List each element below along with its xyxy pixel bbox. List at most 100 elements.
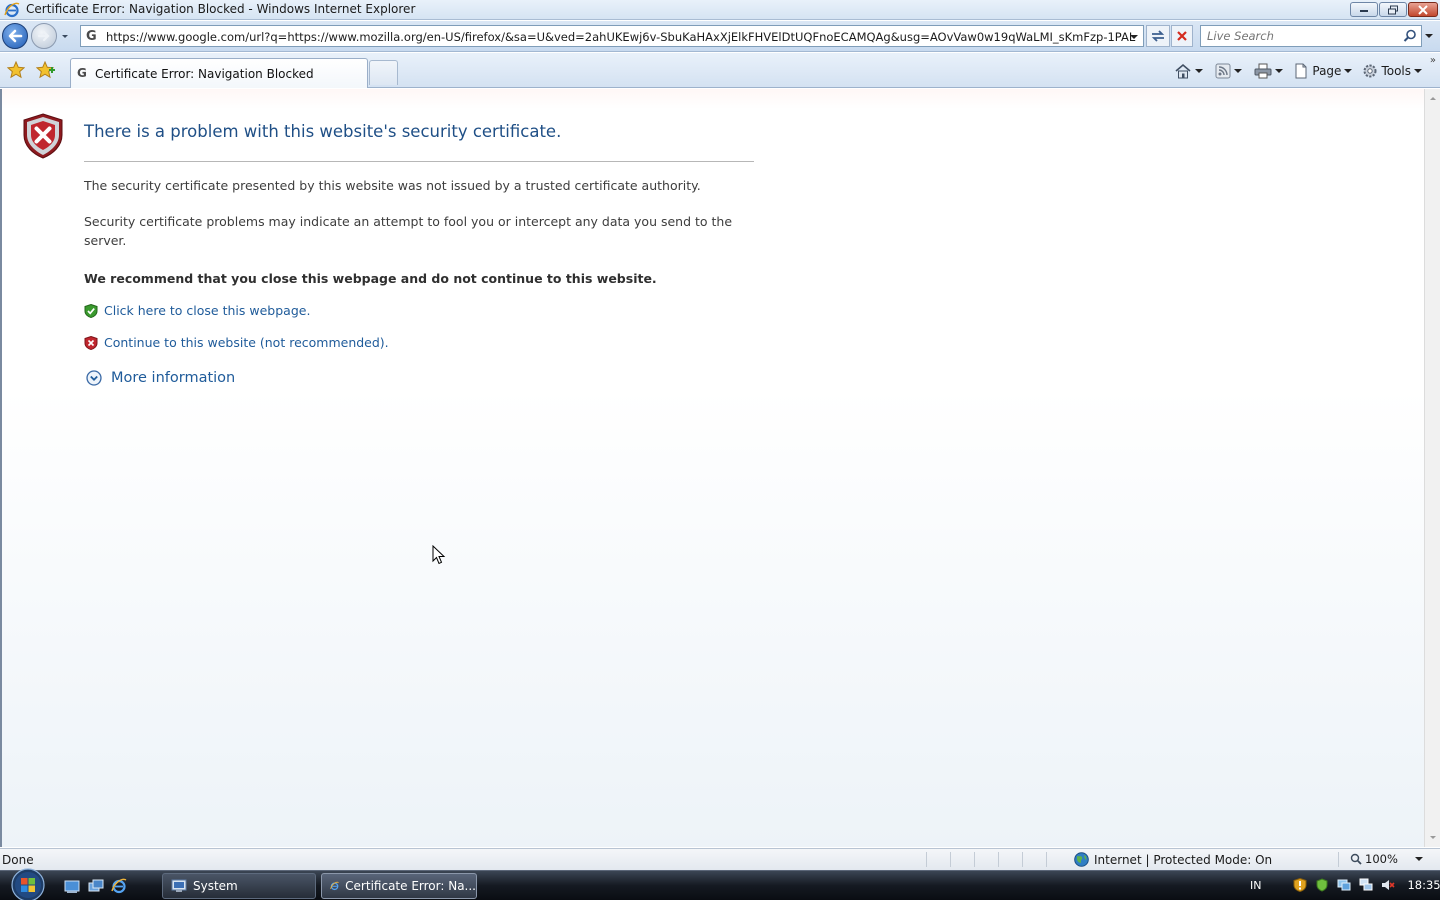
windows-taskbar: System Certificate Error: Na... IN 18:35 xyxy=(0,867,1440,900)
recent-pages-dropdown-icon[interactable] xyxy=(60,30,70,42)
internet-explorer-quicklaunch-icon[interactable] xyxy=(111,878,127,894)
vertical-scrollbar[interactable] xyxy=(1424,89,1440,847)
status-separator xyxy=(1338,852,1339,867)
switch-windows-icon[interactable] xyxy=(88,878,104,894)
language-indicator[interactable]: IN xyxy=(1250,879,1261,892)
scroll-up-arrow-icon[interactable] xyxy=(1428,94,1438,104)
page-content: There is a problem with this website's s… xyxy=(0,89,1424,847)
restore-button[interactable] xyxy=(1379,2,1407,17)
page-menu-button[interactable]: Page xyxy=(1293,62,1353,80)
security-error-shield-icon xyxy=(23,113,63,159)
scroll-down-arrow-icon[interactable] xyxy=(1428,832,1438,842)
more-information-toggle[interactable]: More information xyxy=(86,370,235,386)
tab-certificate-error[interactable]: G Certificate Error: Navigation Blocked xyxy=(70,58,368,88)
zoom-dropdown-icon xyxy=(1414,857,1423,861)
continue-to-website-link[interactable]: Continue to this website (not recommende… xyxy=(104,335,389,350)
favorites-center-star-icon[interactable] xyxy=(7,61,25,79)
security-center-shield-icon[interactable] xyxy=(1293,878,1307,892)
status-separator xyxy=(998,852,999,867)
gear-icon xyxy=(1363,64,1377,78)
window-title: Certificate Error: Navigation Blocked - … xyxy=(26,2,416,16)
zoom-magnifier-icon xyxy=(1350,853,1362,865)
search-box[interactable] xyxy=(1200,25,1422,47)
security-zone-label: Internet | Protected Mode: On xyxy=(1094,852,1273,867)
continue-website-row: Continue to this website (not recommende… xyxy=(84,335,389,350)
stop-button[interactable] xyxy=(1171,25,1193,47)
search-icon[interactable] xyxy=(1403,29,1417,43)
home-icon xyxy=(1175,63,1191,79)
windows-defender-icon[interactable] xyxy=(1315,878,1329,892)
status-separator xyxy=(974,852,975,867)
command-bar: Page Tools xyxy=(1174,62,1422,80)
minimize-button[interactable] xyxy=(1350,2,1378,17)
minimize-icon xyxy=(1360,9,1368,12)
taskbar-button-label: Certificate Error: Na... xyxy=(345,879,476,893)
back-arrow-icon xyxy=(8,29,23,43)
volume-muted-icon[interactable] xyxy=(1381,878,1396,892)
expand-chevron-circle-icon xyxy=(86,370,102,386)
window-title-bar: Certificate Error: Navigation Blocked - … xyxy=(0,0,1440,20)
system-tray: IN 18:35 xyxy=(1250,878,1440,892)
tab-bar: G Certificate Error: Navigation Blocked … xyxy=(0,53,1440,88)
more-information-label: More information xyxy=(111,370,236,386)
address-bar[interactable]: G https://www.google.com/url?q=https://w… xyxy=(80,25,1144,47)
print-dropdown-icon[interactable] xyxy=(1275,67,1284,75)
green-shield-check-icon xyxy=(84,303,98,318)
home-button[interactable] xyxy=(1174,62,1204,80)
status-separator xyxy=(1046,852,1047,867)
taskbar-button-ie[interactable]: Certificate Error: Na... xyxy=(321,873,477,899)
google-g-icon: G xyxy=(86,29,97,44)
zoom-level-button[interactable]: 100% xyxy=(1350,852,1423,866)
mouse-cursor-icon xyxy=(432,545,446,565)
tools-menu-label: Tools xyxy=(1381,64,1411,78)
toolbar-overflow-chevron-icon[interactable]: » xyxy=(1430,55,1436,66)
tab-title: Certificate Error: Navigation Blocked xyxy=(95,67,314,81)
start-button-icon[interactable] xyxy=(8,867,48,900)
back-button[interactable] xyxy=(2,23,28,49)
close-webpage-link[interactable]: Click here to close this webpage. xyxy=(104,303,310,318)
network-computer-icon[interactable] xyxy=(1337,878,1351,892)
refresh-button[interactable] xyxy=(1146,25,1170,47)
forward-arrow-icon xyxy=(37,30,50,42)
search-options-dropdown-icon[interactable] xyxy=(1424,31,1434,41)
add-to-favorites-icon[interactable] xyxy=(36,61,56,79)
close-window-button[interactable] xyxy=(1408,2,1438,17)
url-text[interactable]: https://www.google.com/url?q=https://www… xyxy=(106,30,1135,44)
refresh-icon xyxy=(1151,30,1165,42)
stop-icon xyxy=(1177,31,1187,41)
feeds-icon xyxy=(1215,63,1231,79)
forward-button[interactable] xyxy=(31,23,57,49)
heading-divider xyxy=(84,161,754,162)
feeds-button[interactable] xyxy=(1215,62,1243,80)
globe-icon xyxy=(1074,852,1089,867)
page-menu-label: Page xyxy=(1312,64,1342,78)
page-dropdown-icon xyxy=(1344,69,1353,73)
taskbar-clock[interactable]: 18:35 xyxy=(1407,878,1440,892)
certificate-explanation-text: The security certificate presented by th… xyxy=(84,178,701,193)
network-status-icon[interactable] xyxy=(1359,878,1373,892)
feeds-dropdown-icon[interactable] xyxy=(1234,67,1243,75)
address-dropdown-icon[interactable] xyxy=(1129,32,1139,42)
status-separator xyxy=(926,852,927,867)
internet-explorer-icon xyxy=(330,881,339,891)
search-input[interactable] xyxy=(1207,29,1397,43)
security-zone-indicator[interactable]: Internet | Protected Mode: On xyxy=(1074,852,1272,867)
status-separator xyxy=(950,852,951,867)
red-shield-x-icon xyxy=(84,335,98,350)
status-text: Done xyxy=(2,853,34,867)
zoom-level-label: 100% xyxy=(1365,852,1398,866)
tools-menu-button[interactable]: Tools xyxy=(1362,62,1422,80)
taskbar-button-system[interactable]: System xyxy=(162,873,316,899)
google-g-icon: G xyxy=(77,66,87,80)
print-icon xyxy=(1254,63,1272,79)
print-button[interactable] xyxy=(1254,62,1284,80)
new-tab-button[interactable] xyxy=(369,60,398,85)
page-heading: There is a problem with this website's s… xyxy=(84,122,562,141)
taskbar-button-label: System xyxy=(193,879,238,893)
close-icon xyxy=(1418,4,1428,15)
recommendation-text: We recommend that you close this webpage… xyxy=(84,271,657,286)
show-desktop-icon[interactable] xyxy=(64,878,80,894)
tools-dropdown-icon xyxy=(1414,69,1422,73)
navigation-bar: G https://www.google.com/url?q=https://w… xyxy=(0,21,1440,52)
home-dropdown-icon[interactable] xyxy=(1195,67,1204,75)
